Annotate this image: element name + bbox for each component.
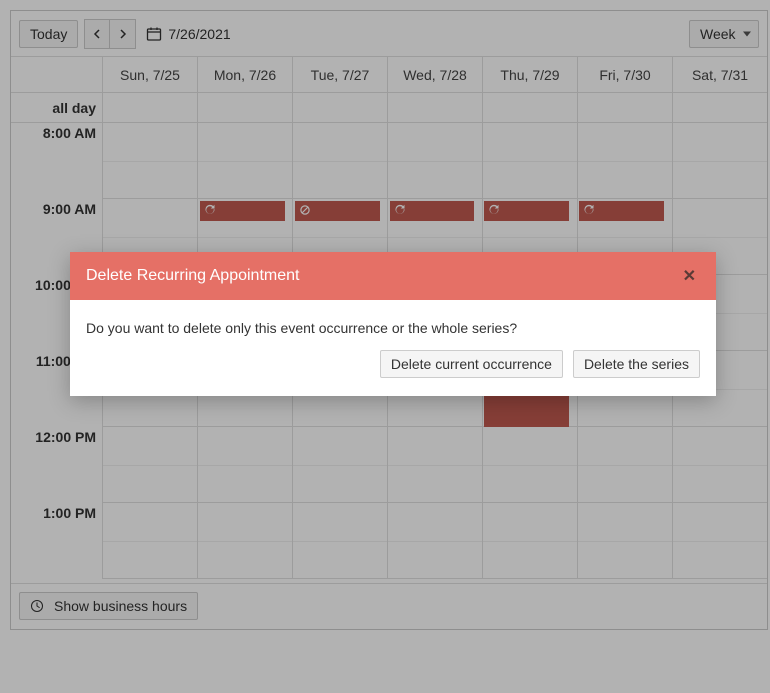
close-icon: ✕ <box>683 268 696 285</box>
delete-recurring-dialog: Delete Recurring Appointment ✕ Do you wa… <box>70 252 716 396</box>
delete-series-button[interactable]: Delete the series <box>573 350 700 378</box>
dialog-header: Delete Recurring Appointment ✕ <box>70 252 716 300</box>
dialog-message: Do you want to delete only this event oc… <box>70 300 716 350</box>
dialog-actions: Delete current occurrence Delete the ser… <box>70 350 716 396</box>
dialog-title: Delete Recurring Appointment <box>86 267 299 285</box>
delete-current-occurrence-button[interactable]: Delete current occurrence <box>380 350 563 378</box>
dialog-close-button[interactable]: ✕ <box>679 266 700 286</box>
